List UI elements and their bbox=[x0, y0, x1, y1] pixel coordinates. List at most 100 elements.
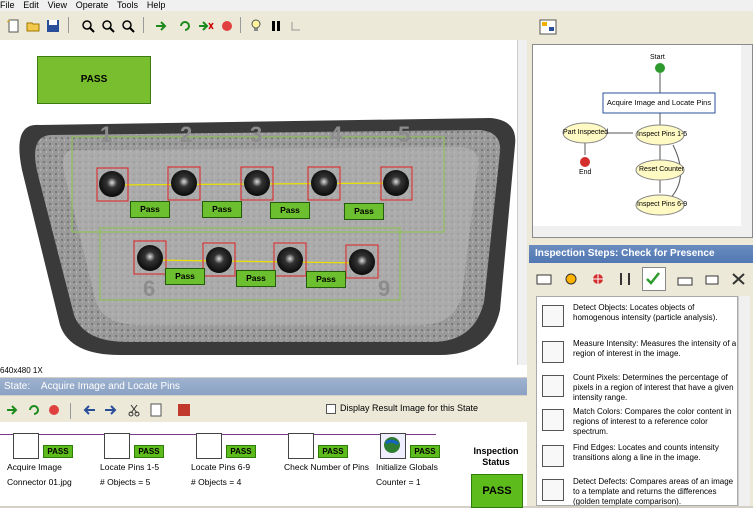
pin-pass-label: Pass bbox=[202, 201, 242, 218]
list-item[interactable]: Find Edges: Locates and counts intensity… bbox=[537, 443, 737, 473]
flow-reset[interactable]: Reset Counter bbox=[639, 166, 684, 173]
inspection-status-label: Inspection Status bbox=[473, 446, 519, 467]
list-scrollbar[interactable] bbox=[738, 296, 750, 506]
lightbulb-icon[interactable] bbox=[246, 16, 266, 36]
globe-icon[interactable] bbox=[380, 433, 406, 459]
identify-parts-tab-icon[interactable] bbox=[675, 269, 695, 289]
step-result-badge: PASS bbox=[43, 445, 73, 458]
step-title: Match Colors: bbox=[573, 407, 623, 416]
step-title: Detect Objects: bbox=[573, 303, 628, 312]
list-item[interactable]: Detect Objects: Locates objects of homog… bbox=[537, 303, 737, 333]
state-label: State: bbox=[4, 381, 31, 392]
menu-operate[interactable]: Operate bbox=[76, 0, 115, 11]
count-pixels-icon bbox=[542, 375, 564, 397]
image-display: PASS 1 2 3 4 5 6 9 Pass Pass Pass Pass P… bbox=[0, 40, 518, 365]
category-tabs bbox=[529, 263, 753, 293]
step-detail: # Objects = 5 bbox=[100, 477, 151, 487]
flow-inspect-6-9[interactable]: Inspect Pins 6-9 bbox=[637, 201, 687, 208]
run-once-icon[interactable] bbox=[153, 16, 173, 36]
flow-end: End bbox=[579, 169, 592, 176]
zoom-fit-icon[interactable] bbox=[118, 16, 138, 36]
calculator-icon[interactable] bbox=[288, 433, 314, 459]
pin-pass-label: Pass bbox=[270, 202, 310, 219]
list-item[interactable]: Detect Defects: Compares areas of an ima… bbox=[537, 477, 737, 505]
camera-icon[interactable] bbox=[13, 433, 39, 459]
flow-part-inspected[interactable]: Part Inspected bbox=[563, 129, 608, 136]
display-result-checkbox[interactable] bbox=[326, 404, 336, 414]
open-folder-icon[interactable] bbox=[23, 16, 43, 36]
menu-file[interactable]: File bbox=[0, 0, 21, 11]
step-result-badge: PASS bbox=[318, 445, 348, 458]
step-icon[interactable] bbox=[286, 16, 306, 36]
list-item[interactable]: Measure Intensity: Measures the intensit… bbox=[537, 339, 737, 369]
display-image-icon[interactable] bbox=[174, 400, 194, 420]
locate-features-tab-icon[interactable] bbox=[588, 269, 608, 289]
pause-icon[interactable] bbox=[266, 16, 286, 36]
pin-number-4: 4 bbox=[330, 122, 343, 147]
menu-tools[interactable]: Tools bbox=[117, 0, 144, 11]
cut-icon[interactable] bbox=[124, 400, 144, 420]
detect-objects-icon[interactable] bbox=[196, 433, 222, 459]
stop-step-icon[interactable] bbox=[44, 400, 64, 420]
pin-number-1: 1 bbox=[100, 122, 113, 147]
run-continuous-icon[interactable] bbox=[175, 16, 195, 36]
step-title: Measure Intensity: bbox=[573, 339, 639, 348]
step-name: Locate Pins 1-5 bbox=[100, 462, 160, 472]
list-item[interactable]: Count Pixels: Determines the percentage … bbox=[537, 373, 737, 403]
run-step-icon[interactable] bbox=[4, 400, 24, 420]
detect-defects-icon bbox=[542, 479, 564, 501]
properties-icon[interactable] bbox=[146, 400, 166, 420]
measure-intensity-icon bbox=[542, 341, 564, 363]
menu-view[interactable]: View bbox=[48, 0, 73, 11]
menu-help[interactable]: Help bbox=[147, 0, 172, 11]
pin-number-2: 2 bbox=[180, 122, 193, 147]
check-presence-tab-icon[interactable] bbox=[642, 267, 666, 291]
measure-features-tab-icon[interactable] bbox=[615, 269, 635, 289]
step-name: Locate Pins 6-9 bbox=[191, 462, 251, 472]
step-detail: Counter = 1 bbox=[376, 477, 421, 487]
step-title: Count Pixels: bbox=[573, 373, 621, 382]
state-diagram-canvas bbox=[533, 45, 752, 237]
step-toolbar: Display Result Image for this State bbox=[0, 396, 527, 422]
inspection-step-list: Detect Objects: Locates objects of homog… bbox=[536, 296, 738, 506]
acquire-images-tab-icon[interactable] bbox=[534, 269, 554, 289]
tools-tab-icon[interactable] bbox=[729, 269, 749, 289]
run-loop-icon[interactable] bbox=[24, 400, 44, 420]
step-title: Find Edges: bbox=[573, 443, 616, 452]
list-item[interactable]: Match Colors: Compares the color content… bbox=[537, 407, 737, 437]
find-edges-icon bbox=[542, 445, 564, 467]
step-name: Initialize Globals bbox=[376, 462, 438, 472]
image-resolution: 640x480 1X bbox=[0, 365, 527, 377]
step-result-badge: PASS bbox=[410, 445, 440, 458]
move-left-icon[interactable] bbox=[80, 400, 100, 420]
enhance-images-tab-icon[interactable] bbox=[561, 269, 581, 289]
detect-objects-icon[interactable] bbox=[104, 433, 130, 459]
pin-number-6: 6 bbox=[143, 276, 156, 301]
zoom-in-icon[interactable] bbox=[78, 16, 98, 36]
main-toolbar bbox=[0, 11, 753, 41]
flow-inspect-1-5[interactable]: Inspect Pins 1-5 bbox=[637, 131, 687, 138]
state-diagram: Start Acquire Image and Locate Pins Part… bbox=[532, 44, 753, 238]
pin-pass-label: Pass bbox=[130, 201, 170, 218]
step-name: Check Number of Pins bbox=[284, 462, 370, 472]
inspection-layout-icon[interactable] bbox=[537, 16, 559, 38]
move-right-icon[interactable] bbox=[100, 400, 120, 420]
step-detail: Connector 01.jpg bbox=[7, 477, 72, 487]
stop-icon[interactable] bbox=[217, 16, 237, 36]
pin-number-3: 3 bbox=[250, 122, 263, 147]
state-name: Acquire Image and Locate Pins bbox=[40, 381, 180, 392]
zoom-out-icon[interactable] bbox=[98, 16, 118, 36]
new-icon[interactable] bbox=[3, 16, 23, 36]
use-additional-tools-tab-icon[interactable] bbox=[702, 269, 722, 289]
match-colors-icon bbox=[542, 409, 564, 431]
run-skip-icon[interactable] bbox=[196, 16, 216, 36]
step-detail: # Objects = 4 bbox=[191, 477, 242, 487]
menu-edit[interactable]: Edit bbox=[23, 0, 45, 11]
inspection-steps-title: Inspection Steps: Check for Presence bbox=[529, 245, 753, 263]
pin-pass-label: Pass bbox=[165, 268, 205, 285]
pin-number-5: 5 bbox=[398, 122, 411, 147]
inspection-status-badge: PASS bbox=[471, 474, 523, 508]
pin-number-9: 9 bbox=[378, 276, 391, 301]
save-icon[interactable] bbox=[43, 16, 63, 36]
flow-acquire[interactable]: Acquire Image and Locate Pins bbox=[604, 98, 714, 107]
